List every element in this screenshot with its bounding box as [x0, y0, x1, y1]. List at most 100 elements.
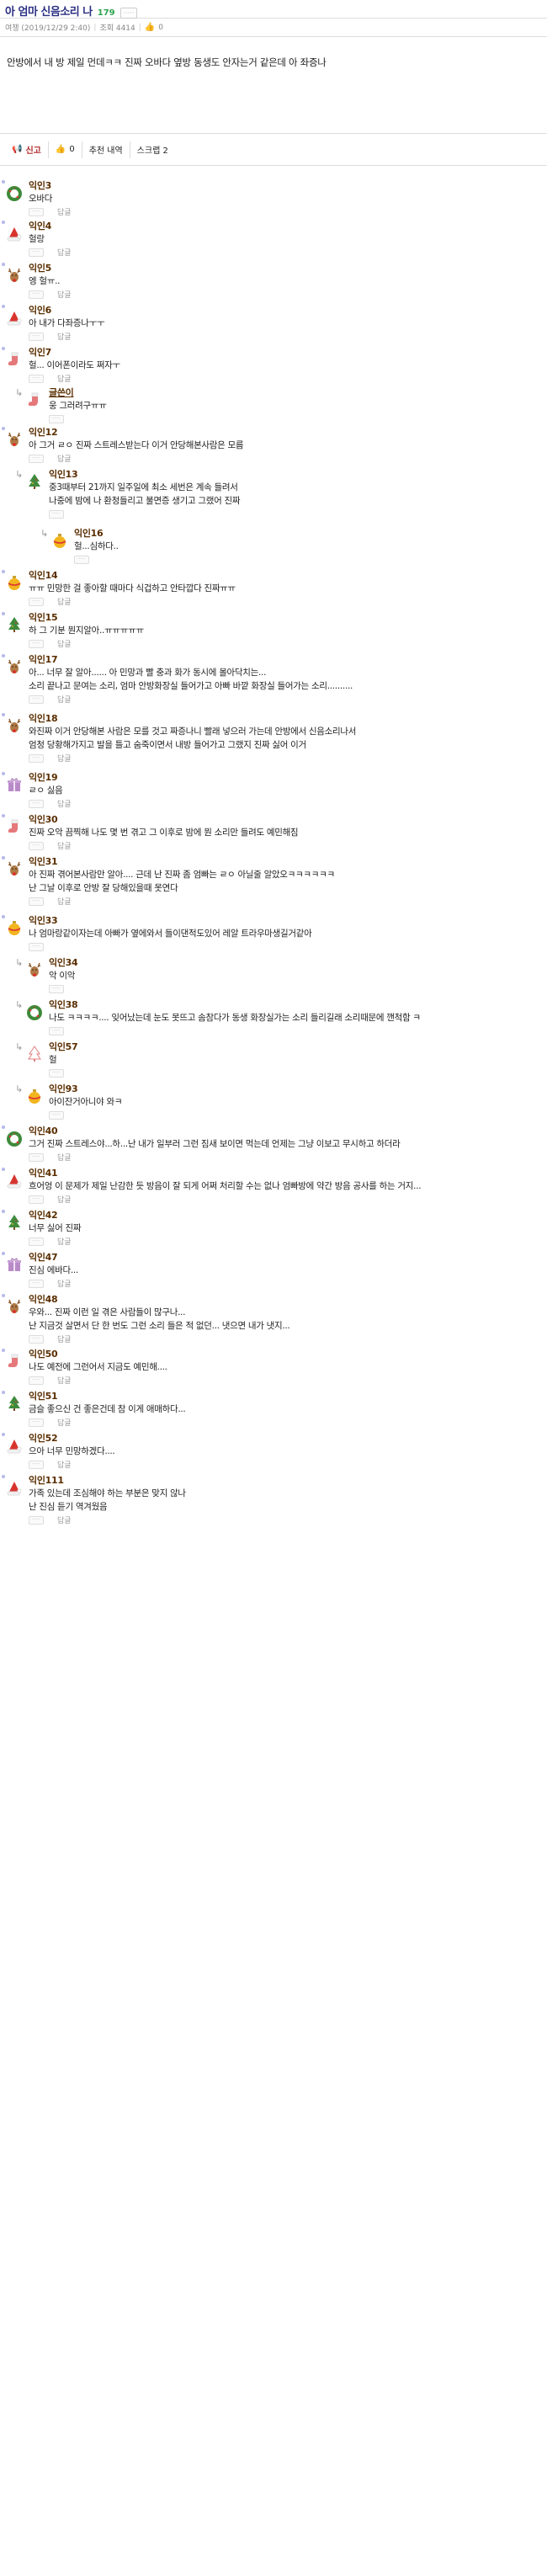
report-button[interactable]: 📢 신고 — [5, 141, 49, 158]
timestamp-badge: ····· — [29, 1516, 44, 1525]
post-author-date: 여챙 (2019/12/29 2:40) — [5, 24, 91, 33]
reply-arrow-icon: ↳ — [15, 957, 24, 968]
commenter-name[interactable]: 익인3 — [29, 178, 51, 192]
comment-text: 나 엄마랑같이자는데 아빠가 옆에와서 들이댄적도있어 레알 트라우마생길거같아 — [29, 929, 312, 939]
commenter-name[interactable]: 익인6 — [29, 303, 51, 317]
comment-text: 난 그날 이후로 안방 잘 당해있을때 못연다 — [29, 883, 178, 893]
commenter-name[interactable]: 익인93 — [49, 1082, 78, 1095]
timestamp-badge: ····· — [29, 1376, 44, 1385]
reindeer-icon — [5, 430, 24, 449]
recommend-history-button[interactable]: 추천 내역 — [82, 141, 130, 158]
gift-icon — [5, 775, 24, 794]
commenter-name[interactable]: 익인50 — [29, 1347, 58, 1360]
commenter-name[interactable]: 익인48 — [29, 1292, 58, 1306]
tree-icon — [5, 1213, 24, 1232]
commenter-name[interactable]: 익인31 — [29, 854, 58, 868]
commenter-name[interactable]: 익인18 — [29, 711, 58, 725]
comment-text: 아이잔거아니야 와ㅋ — [49, 1097, 123, 1107]
timestamp-badge: ····· — [29, 1237, 44, 1246]
commenter-name[interactable]: 익인15 — [29, 610, 58, 624]
new-badge: ····· — [119, 8, 138, 19]
reindeer-icon — [5, 716, 24, 735]
commenter-name[interactable]: 익인16 — [74, 526, 104, 540]
reply-button[interactable]: 답글 — [57, 1236, 72, 1247]
comment-text: 헐... 이어폰이라도 쩌자ㅜ — [29, 360, 120, 370]
commenter-name[interactable]: 익인34 — [49, 955, 78, 969]
reply-button[interactable]: 답글 — [57, 1278, 72, 1289]
commenter-name[interactable]: 익인5 — [29, 261, 51, 274]
timestamp-badge: ····· — [29, 1418, 44, 1427]
reply-button[interactable]: 답글 — [57, 1459, 72, 1470]
timestamp-badge: ····· — [49, 510, 64, 519]
commenter-name[interactable]: 익인47 — [29, 1250, 58, 1264]
reply-button[interactable]: 답글 — [57, 753, 72, 764]
meta-divider: | — [93, 23, 97, 32]
timestamp-badge: ····· — [49, 415, 64, 423]
comment-text: 엥 헐ㅠ.. — [29, 276, 61, 286]
reply-button[interactable]: 답글 — [57, 638, 72, 649]
reply-button[interactable]: 답글 — [57, 798, 72, 809]
commenter-name[interactable]: 익인52 — [29, 1431, 58, 1445]
reply-button[interactable]: 답글 — [57, 596, 72, 607]
commenter-name[interactable]: 익인4 — [29, 219, 51, 232]
wreath-icon — [5, 1129, 24, 1147]
commenter-name[interactable]: 익인7 — [29, 345, 51, 359]
commenter-name[interactable]: 익인33 — [29, 913, 58, 927]
commenter-name[interactable]: 글쓴이 — [49, 386, 74, 399]
timestamp-badge: ····· — [29, 375, 44, 383]
recommend-label: 추천 내역 — [88, 146, 123, 156]
ornament-icon — [5, 918, 24, 937]
comment-text: 아 그거 ㄹㅇ 진짜 스트레스받는다 이거 안당해본사람은 모름 — [29, 440, 244, 450]
timestamp-badge: ····· — [29, 695, 44, 704]
commenter-name[interactable]: 익인57 — [49, 1040, 78, 1053]
like-button[interactable]: 👍 0 — [49, 141, 82, 158]
comment-text: 아... 너무 잘 알아...... 아 민망과 빨 충과 화가 동시에 몰아닥… — [29, 668, 267, 678]
comment-text: 엄청 당황해가지고 발을 틀고 숨죽이면서 내방 들어가고 그랬지 진짜 싫어 … — [29, 740, 306, 750]
reply-button[interactable]: 답글 — [57, 1514, 72, 1525]
scrap-button[interactable]: 스크랩 2 — [130, 141, 175, 158]
reply-button[interactable]: 답글 — [57, 453, 72, 464]
comment-text: ㄹㅇ 싫음 — [29, 785, 63, 796]
reply-button[interactable]: 답글 — [57, 1333, 72, 1344]
comment-text: 너무 싫어 진짜 — [29, 1223, 82, 1233]
commenter-name[interactable]: 익인111 — [29, 1473, 64, 1487]
reply-button[interactable]: 답글 — [57, 373, 72, 384]
reply-button[interactable]: 답글 — [57, 331, 72, 342]
reply-button[interactable]: 답글 — [57, 1194, 72, 1205]
commenter-name[interactable]: 익인17 — [29, 652, 58, 666]
timestamp-badge: ····· — [49, 1069, 64, 1078]
reply-button[interactable]: 답글 — [57, 206, 72, 217]
reindeer-icon — [25, 961, 44, 979]
tree-icon — [5, 1394, 24, 1413]
reply-button[interactable]: 답글 — [57, 840, 72, 851]
timestamp-badge: ····· — [29, 1461, 44, 1469]
santa-hat-icon — [5, 1171, 24, 1190]
reply-button[interactable]: 답글 — [57, 1152, 72, 1163]
commenter-name[interactable]: 익인38 — [49, 998, 78, 1011]
megaphone-icon: 📢 — [12, 145, 23, 154]
wreath-icon — [25, 1003, 44, 1021]
commenter-name[interactable]: 익인14 — [29, 568, 58, 582]
reply-button[interactable]: 답글 — [57, 896, 72, 907]
commenter-name[interactable]: 익인51 — [29, 1389, 58, 1402]
commenter-name[interactable]: 익인30 — [29, 812, 58, 826]
timestamp-badge: ····· — [29, 943, 44, 951]
reply-button[interactable]: 답글 — [57, 247, 72, 258]
reply-button[interactable]: 답글 — [57, 1417, 72, 1428]
timestamp-badge: ····· — [29, 333, 44, 341]
commenter-name[interactable]: 익인13 — [49, 467, 78, 481]
reply-arrow-icon: ↳ — [40, 528, 49, 539]
wreath-icon — [5, 184, 24, 202]
comment-text: 나도 예전에 그런어서 지금도 예민해.... — [29, 1362, 167, 1372]
commenter-name[interactable]: 익인40 — [29, 1124, 58, 1137]
commenter-name[interactable]: 익인19 — [29, 770, 58, 784]
reply-button[interactable]: 답글 — [57, 694, 72, 705]
reply-button[interactable]: 답글 — [57, 1375, 72, 1386]
comment-text: 중3때부터 21까지 일주일에 최소 세번은 계속 들려서 — [49, 482, 238, 492]
commenter-name[interactable]: 익인12 — [29, 425, 58, 439]
action-bar: 📢 신고 👍 0 추천 내역 스크랩 2 — [0, 134, 547, 166]
commenter-name[interactable]: 익인41 — [29, 1166, 58, 1179]
tree-icon — [5, 615, 24, 634]
reply-button[interactable]: 답글 — [57, 289, 72, 300]
commenter-name[interactable]: 익인42 — [29, 1208, 58, 1221]
